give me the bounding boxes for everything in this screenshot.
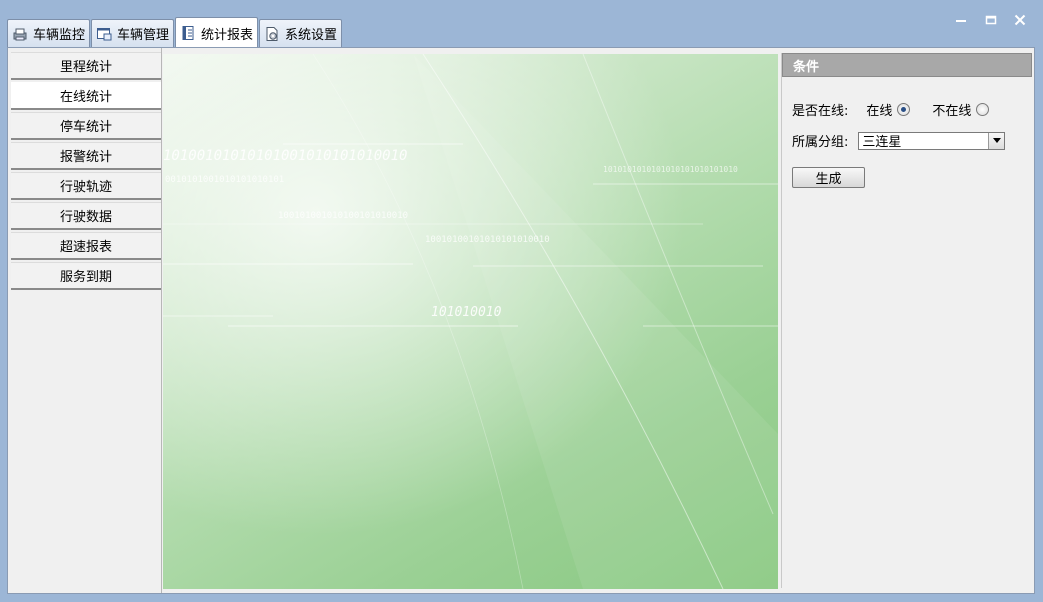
monitor-printer-icon xyxy=(11,25,29,43)
statistics-menu: 里程统计 在线统计 停车统计 报警统计 行驶轨迹 行驶数据 超速报表 服务到期 xyxy=(11,52,161,292)
online-status-row: 是否在线: 在线 不在线 xyxy=(792,100,990,119)
generate-button[interactable]: 生成 xyxy=(792,167,865,188)
online-status-label: 是否在线: xyxy=(792,104,849,119)
binary-text: 1010101010101010101010101010 xyxy=(603,165,738,174)
menu-item-label: 服务到期 xyxy=(59,270,112,285)
menu-item-online-stats[interactable]: 在线统计 xyxy=(11,82,161,110)
menu-item-label: 行驶数据 xyxy=(59,210,112,225)
menu-item-label: 报警统计 xyxy=(59,150,112,165)
tab-vehicle-monitor[interactable]: 车辆监控 xyxy=(7,19,91,47)
menu-item-overspeed-report[interactable]: 超速报表 xyxy=(11,232,161,260)
group-row: 所属分组: 三连星 xyxy=(792,131,1006,150)
chevron-down-icon[interactable] xyxy=(988,132,1005,149)
conditions-header: 条件 xyxy=(782,53,1032,77)
offline-option-label: 不在线 xyxy=(932,104,972,119)
vehicle-window-icon xyxy=(95,25,113,43)
tab-label: 车辆监控 xyxy=(33,28,86,43)
generate-button-label: 生成 xyxy=(815,172,842,187)
tab-label: 统计报表 xyxy=(201,27,254,43)
menu-item-label: 行驶轨迹 xyxy=(59,180,112,195)
menu-item-label: 里程统计 xyxy=(59,60,112,75)
menu-item-driving-data[interactable]: 行驶数据 xyxy=(11,202,161,230)
online-radio[interactable] xyxy=(897,103,911,116)
close-icon[interactable] xyxy=(1009,10,1031,30)
group-select[interactable]: 三连星 xyxy=(858,131,1006,150)
minimize-icon[interactable] xyxy=(950,10,972,30)
menu-item-label: 停车统计 xyxy=(59,120,112,135)
binary-text: 10100101010101001010101010010 xyxy=(163,148,407,164)
group-label: 所属分组: xyxy=(792,135,849,150)
binary-text: 100101001010100101010010 xyxy=(278,211,408,221)
tab-statistics-report[interactable]: 统计报表 xyxy=(175,17,259,48)
menu-item-mileage-stats[interactable]: 里程统计 xyxy=(11,52,161,80)
conditions-header-label: 条件 xyxy=(793,59,820,75)
report-book-icon xyxy=(179,24,197,42)
online-option-label: 在线 xyxy=(866,104,893,119)
tab-vehicle-management[interactable]: 车辆管理 xyxy=(91,19,175,47)
menu-divider xyxy=(161,48,162,593)
menu-item-label: 超速报表 xyxy=(59,240,112,255)
offline-radio[interactable] xyxy=(976,103,990,116)
maximize-icon[interactable] xyxy=(980,10,1002,30)
tab-label: 车辆管理 xyxy=(117,28,170,43)
main-content-frame: 里程统计 在线统计 停车统计 报警统计 行驶轨迹 行驶数据 超速报表 服务到期 xyxy=(7,47,1035,594)
settings-gear-icon xyxy=(263,25,281,43)
binary-text: 0010101001010101010101 xyxy=(165,175,284,185)
group-select-value: 三连星 xyxy=(862,135,902,150)
menu-item-alarm-stats[interactable]: 报警统计 xyxy=(11,142,161,170)
decorative-banner: 10100101010101001010101010010 0010101001… xyxy=(163,54,778,589)
binary-text: 101010010 xyxy=(431,305,502,320)
tab-system-settings[interactable]: 系统设置 xyxy=(259,19,343,47)
conditions-panel: 条件 是否在线: 在线 不在线 所属分组: 三连星 生成 xyxy=(781,53,1032,588)
main-tab-bar: 车辆监控 车辆管理 统计报表 系统设置 xyxy=(7,17,343,48)
generate-row: 生成 xyxy=(792,167,865,188)
menu-item-parking-stats[interactable]: 停车统计 xyxy=(11,112,161,140)
banner-art: 10100101010101001010101010010 0010101001… xyxy=(163,54,778,589)
menu-item-label: 在线统计 xyxy=(59,90,112,105)
menu-item-driving-track[interactable]: 行驶轨迹 xyxy=(11,172,161,200)
binary-text: 10010100101010101010010 xyxy=(425,235,550,245)
tab-label: 系统设置 xyxy=(285,28,338,43)
menu-item-service-expiry[interactable]: 服务到期 xyxy=(11,262,161,290)
